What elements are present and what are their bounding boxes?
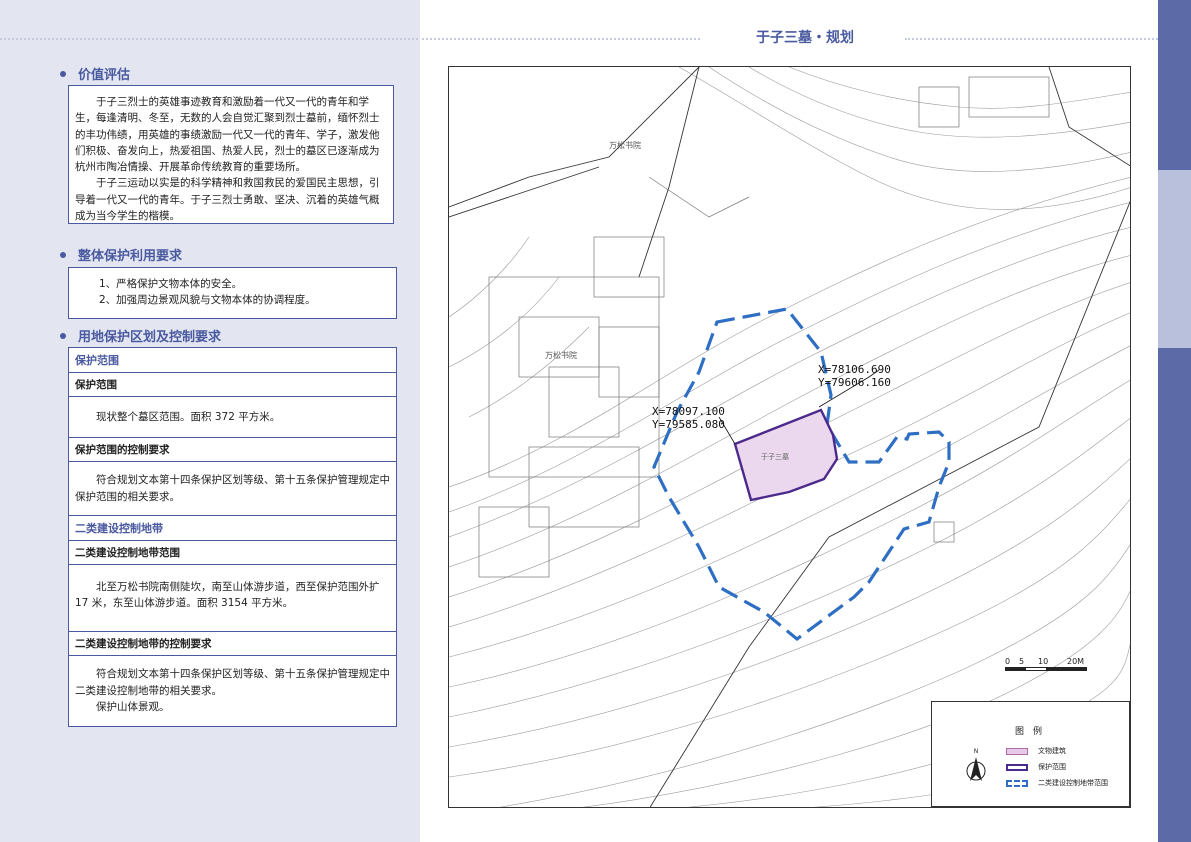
overall-box: 1、严格保护文物本体的安全。 2、加强周边景观风貌与文物本体的协调程度。 xyxy=(68,267,397,319)
scale-bar: 0 5 10 20M xyxy=(1005,657,1087,671)
map-drawing: 于子三墓 万松书院 万松书院 xyxy=(449,67,1130,807)
tomb-label: 于子三墓 xyxy=(761,452,789,461)
protect-control-title: 保护范围的控制要求 xyxy=(69,438,396,463)
place-label-wansong-2: 万松书院 xyxy=(609,140,641,150)
value-text-box: 于子三烈士的英雄事迹教育和激励着一代又一代的青年和学生，每逢清明、冬至，无数的人… xyxy=(68,85,394,224)
zone2-header: 二类建设控制地带 xyxy=(69,516,396,541)
topographic-map: 于子三墓 万松书院 万松书院 xyxy=(448,66,1131,808)
right-edge-strip xyxy=(1158,0,1191,842)
place-label-wansong: 万松书院 xyxy=(545,350,577,360)
divider-right xyxy=(905,38,1158,40)
section-overall-heading: 整体保护利用要求 xyxy=(60,245,182,264)
divider-mid xyxy=(422,38,700,40)
zone2-range-title: 二类建设控制地带范围 xyxy=(69,541,396,565)
section-value-heading: 价值评估 xyxy=(60,64,130,83)
protect-control-text: 符合规划文本第十四条保护区划等级、第十五条保护管理规定中保护范围的相关要求。 xyxy=(69,462,396,516)
overall-item-2: 2、加强周边景观风貌与文物本体的协调程度。 xyxy=(99,294,316,307)
coordinate-label-2: X=78097.100 Y=79585.080 xyxy=(652,405,725,431)
protect-range-text: 现状整个墓区范围。面积 372 平方米。 xyxy=(69,397,396,439)
north-arrow: N xyxy=(966,748,986,785)
zone2-control-title: 二类建设控制地带的控制要求 xyxy=(69,632,396,657)
map-legend: 图 例 N 文物建筑 保护范围 二类建设控制地带范围 xyxy=(931,701,1130,807)
zone2-control-text: 符合规划文本第十四条保护区划等级、第十五条保护管理规定中二类建设控制地带的相关要… xyxy=(75,668,390,713)
legend-title: 图 例 xyxy=(1015,727,1043,737)
page-title: 于子三墓・规划 xyxy=(756,30,854,46)
value-paragraph-2: 于子三运动以实是的科学精神和救国救民的爱国民主思想，引导着一代又一代的青年。于子… xyxy=(75,177,380,222)
coordinate-label-1: X=78106.690 Y=79606.160 xyxy=(818,363,891,389)
legend-item-protect: 保护范围 xyxy=(1006,762,1066,772)
north-arrow-icon xyxy=(966,757,986,781)
protect-range-header: 保护范围 xyxy=(69,348,396,373)
zone2-range-text: 北至万松书院南侧陡坎，南至山体游步道，西至保护范围外扩 17 米，东至山体游步道… xyxy=(69,565,396,633)
divider-left xyxy=(0,38,418,40)
legend-item-building: 文物建筑 xyxy=(1006,746,1066,756)
overall-item-1: 1、严格保护文物本体的安全。 xyxy=(99,278,243,290)
landuse-table: 保护范围 保护范围 现状整个墓区范围。面积 372 平方米。 保护范围的控制要求… xyxy=(68,347,397,728)
section-landuse-heading: 用地保护区划及控制要求 xyxy=(60,326,221,345)
buildings xyxy=(478,76,1050,578)
protect-range-subheader: 保护范围 xyxy=(69,373,396,397)
value-paragraph-1: 于子三烈士的英雄事迹教育和激励着一代又一代的青年和学生，每逢清明、冬至，无数的人… xyxy=(75,96,380,174)
legend-item-zone2: 二类建设控制地带范围 xyxy=(1006,778,1108,788)
